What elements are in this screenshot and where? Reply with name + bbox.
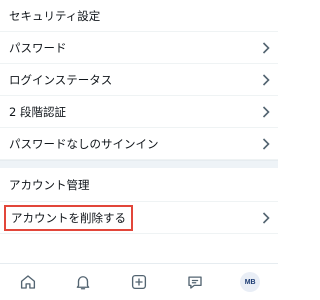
section-divider [0, 160, 278, 168]
notifications-button[interactable] [71, 270, 95, 294]
delete-account-row[interactable]: アカウントを削除する [0, 202, 278, 234]
avatar-initials: MB [244, 278, 256, 286]
compose-button[interactable] [127, 270, 151, 294]
two-factor-label: 2 段階認証 [9, 104, 66, 119]
home-icon [19, 273, 37, 291]
chevron-right-icon [262, 211, 270, 224]
two-factor-row[interactable]: 2 段階認証 [0, 96, 278, 128]
passwordless-signin-row[interactable]: パスワードなしのサインイン [0, 128, 278, 160]
login-status-label: ログインステータス [9, 72, 113, 87]
bell-icon [74, 273, 92, 291]
chevron-right-icon [262, 105, 270, 118]
chevron-right-icon [262, 73, 270, 86]
login-status-row[interactable]: ログインステータス [0, 64, 278, 96]
password-label: パスワード [9, 40, 67, 55]
home-button[interactable] [16, 270, 40, 294]
security-section-title: セキュリティ設定 [9, 8, 101, 23]
messages-button[interactable] [183, 270, 207, 294]
delete-account-label: アカウントを削除する [4, 204, 133, 231]
password-row[interactable]: パスワード [0, 32, 278, 64]
bottom-nav: MB [0, 263, 278, 300]
account-section-header: アカウント管理 [0, 168, 278, 202]
account-section-title: アカウント管理 [9, 177, 90, 192]
chevron-right-icon [262, 41, 270, 54]
plus-square-icon [130, 273, 148, 291]
passwordless-signin-label: パスワードなしのサインイン [9, 136, 159, 151]
avatar: MB [240, 272, 261, 292]
security-section-header: セキュリティ設定 [0, 0, 278, 32]
chevron-right-icon [262, 137, 270, 150]
profile-button[interactable]: MB [238, 270, 262, 294]
chat-icon [186, 273, 204, 291]
